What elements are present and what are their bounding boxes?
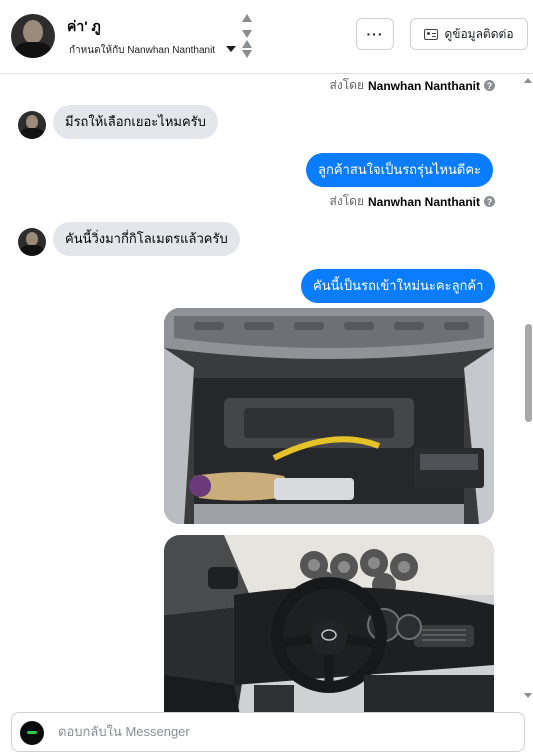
assigned-name: Nanwhan Nanthanit: [127, 45, 216, 56]
interior-photo[interactable]: [164, 535, 494, 735]
sent-by-name: Nanwhan Nanthanit: [367, 78, 480, 93]
arrow-up-icon[interactable]: [242, 40, 252, 48]
conversation-stepper[interactable]: [241, 12, 253, 60]
outgoing-message[interactable]: คันนี้เป็นรถเข้าใหม่นะคะลูกค้า: [301, 269, 496, 303]
sent-by-label: ส่งโดย Nanwhan Nanthanit ?: [330, 192, 495, 211]
scrollbar-thumb[interactable]: [525, 324, 532, 422]
sent-by-name: Nanwhan Nanthanit: [367, 194, 480, 209]
chevron-down-icon[interactable]: [226, 46, 236, 52]
scroll-down-icon[interactable]: [524, 693, 532, 698]
assigned-prefix: กำหนดให้กับ: [69, 45, 125, 56]
contact-name[interactable]: ค่า' ภู: [67, 16, 101, 38]
view-contact-info-label: ดูข้อมูลติดต่อ: [444, 26, 514, 41]
contact-avatar-small: [18, 111, 46, 139]
sent-by-label: ส่งโดย Nanwhan Nanthanit ?: [330, 76, 495, 95]
contact-card-icon: [424, 28, 439, 40]
engine-bay-photo[interactable]: [164, 308, 494, 524]
more-options-button[interactable]: ···: [356, 18, 394, 50]
info-icon[interactable]: ?: [484, 80, 495, 91]
incoming-message[interactable]: มีรถให้เลือกเยอะไหมครับ: [53, 105, 218, 139]
reply-input[interactable]: [56, 723, 500, 740]
arrow-up-icon[interactable]: [242, 14, 252, 22]
page-avatar: [20, 721, 44, 745]
sent-by-prefix: ส่งโดย: [329, 78, 364, 92]
assigned-to[interactable]: กำหนดให้กับ Nanwhan Nanthanit: [69, 43, 215, 58]
incoming-message[interactable]: คันนี้วิ่งมากี่กิโลเมตรแล้วครับ: [53, 222, 240, 256]
view-contact-info-button[interactable]: ดูข้อมูลติดต่อ: [410, 18, 528, 50]
info-icon[interactable]: ?: [484, 196, 495, 207]
message-scrollbar[interactable]: [522, 76, 533, 700]
contact-avatar[interactable]: [11, 14, 55, 58]
reply-composer[interactable]: [11, 712, 525, 752]
outgoing-message[interactable]: ลูกค้าสนใจเป็นรถรุ่นไหนดีคะ: [306, 153, 494, 187]
sent-by-prefix: ส่งโดย: [329, 194, 364, 208]
engine-bay-image: [164, 308, 494, 524]
contact-avatar-small: [18, 228, 46, 256]
arrow-down-icon[interactable]: [242, 50, 252, 58]
arrow-down-icon[interactable]: [242, 30, 252, 38]
scroll-up-icon[interactable]: [524, 78, 532, 83]
conversation-header: ค่า' ภู กำหนดให้กับ Nanwhan Nanthanit ··…: [0, 0, 533, 74]
interior-image: [164, 535, 494, 735]
